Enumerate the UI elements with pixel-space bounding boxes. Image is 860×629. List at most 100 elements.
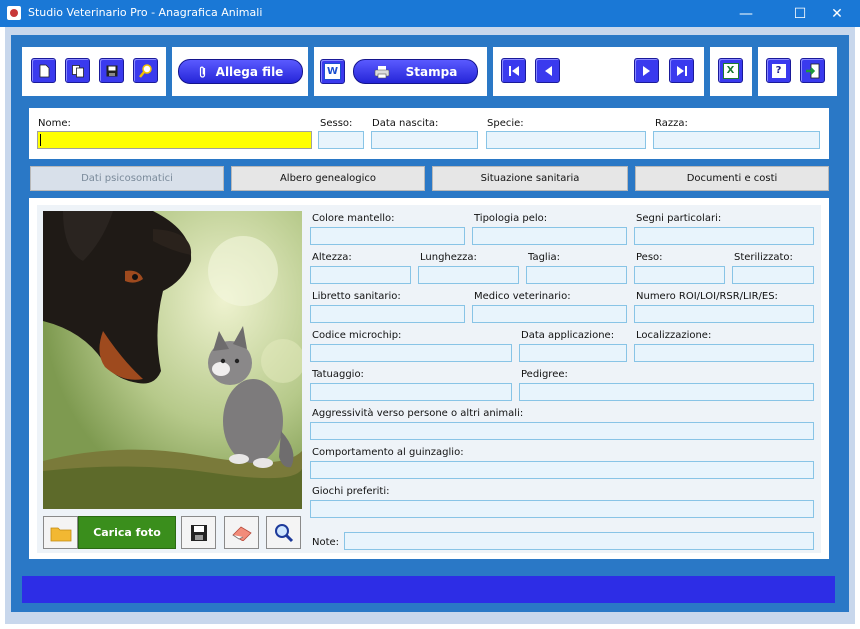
- next-record-button[interactable]: [634, 58, 659, 83]
- medico-veterinario-label: Medico veterinario:: [474, 291, 571, 302]
- attach-file-button[interactable]: Allega file: [178, 59, 303, 84]
- save-disk-icon: [190, 524, 207, 541]
- tab-dati-psicosomatici[interactable]: Dati psicosomatici: [30, 166, 224, 191]
- aggressivita-label: Aggressività verso persone o altri anima…: [312, 408, 524, 419]
- data-nascita-label: Data nascita:: [372, 118, 439, 129]
- footer-bar: [22, 576, 835, 603]
- taglia-input[interactable]: [526, 266, 627, 284]
- sterilizzato-label: Sterilizzato:: [734, 252, 793, 263]
- first-record-button[interactable]: [501, 58, 526, 83]
- taglia-label: Taglia:: [528, 252, 560, 263]
- libretto-sanitario-label: Libretto sanitario:: [312, 291, 401, 302]
- aggressivita-input[interactable]: [310, 422, 814, 440]
- word-icon: W: [324, 63, 341, 80]
- lunghezza-input[interactable]: [418, 266, 519, 284]
- folder-icon: [50, 527, 71, 541]
- data-nascita-input[interactable]: [371, 131, 478, 149]
- exit-button[interactable]: [800, 58, 825, 83]
- minimize-button[interactable]: —: [723, 0, 769, 27]
- tab-situazione-sanitaria[interactable]: Situazione sanitaria: [432, 166, 628, 191]
- giochi-preferiti-input[interactable]: [310, 500, 814, 518]
- localizzazione-label: Localizzazione:: [636, 330, 712, 341]
- tatuaggio-label: Tatuaggio:: [312, 369, 364, 380]
- new-record-button[interactable]: [31, 58, 56, 83]
- codice-microchip-label: Codice microchip:: [312, 330, 402, 341]
- minimize-icon: —: [739, 5, 753, 22]
- help-icon: ?: [771, 63, 786, 78]
- numero-roi-label: Numero ROI/LOI/RSR/LIR/ES:: [636, 291, 778, 302]
- altezza-input[interactable]: [310, 266, 411, 284]
- save-disk-icon: [106, 65, 117, 76]
- tipologia-pelo-input[interactable]: [472, 227, 627, 245]
- save-record-button[interactable]: [99, 58, 124, 83]
- pedigree-label: Pedigree:: [521, 369, 568, 380]
- comportamento-label: Comportamento al guinzaglio:: [312, 447, 464, 458]
- printer-icon: [374, 65, 389, 78]
- last-record-button[interactable]: [669, 58, 694, 83]
- data-applicazione-input[interactable]: [519, 344, 627, 362]
- data-applicazione-label: Data applicazione:: [521, 330, 615, 341]
- print-label: Stampa: [405, 64, 458, 79]
- maximize-icon: ☐: [793, 5, 807, 22]
- new-document-icon: [39, 64, 49, 77]
- medico-veterinario-input[interactable]: [472, 305, 627, 323]
- note-input[interactable]: [344, 532, 814, 550]
- last-record-icon: [676, 65, 687, 76]
- export-excel-button[interactable]: X: [718, 58, 743, 83]
- pedigree-input[interactable]: [519, 383, 814, 401]
- colore-mantello-label: Colore mantello:: [312, 213, 395, 224]
- attach-file-label: Allega file: [215, 64, 284, 79]
- open-folder-button[interactable]: [43, 516, 78, 549]
- print-button[interactable]: Stampa: [353, 59, 478, 84]
- title-bar: Studio Veterinario Pro - Anagrafica Anim…: [0, 0, 860, 27]
- segni-particolari-input[interactable]: [634, 227, 814, 245]
- app-logo-icon: [7, 6, 21, 20]
- nome-input[interactable]: [37, 131, 312, 149]
- duplicate-record-button[interactable]: [65, 58, 90, 83]
- help-button[interactable]: ?: [766, 58, 791, 83]
- export-word-button[interactable]: W: [320, 59, 345, 84]
- zoom-magnifier-icon: [274, 523, 293, 542]
- animal-photo: [43, 211, 302, 509]
- codice-microchip-input[interactable]: [310, 344, 512, 362]
- peso-label: Peso:: [636, 252, 663, 263]
- nome-label: Nome:: [38, 118, 71, 129]
- save-photo-button[interactable]: [181, 516, 216, 549]
- comportamento-input[interactable]: [310, 461, 814, 479]
- exit-icon: [805, 63, 819, 78]
- search-button[interactable]: [133, 58, 158, 83]
- peso-input[interactable]: [634, 266, 725, 284]
- libretto-sanitario-input[interactable]: [310, 305, 465, 323]
- close-button[interactable]: ✕: [814, 0, 860, 27]
- razza-label: Razza:: [655, 118, 688, 129]
- altezza-label: Altezza:: [312, 252, 352, 263]
- note-label: Note:: [312, 537, 340, 548]
- tab-albero-genealogico[interactable]: Albero genealogico: [231, 166, 425, 191]
- delete-photo-button[interactable]: [224, 516, 259, 549]
- window-title: Studio Veterinario Pro - Anagrafica Anim…: [28, 6, 263, 19]
- sesso-input[interactable]: [318, 131, 364, 149]
- razza-input[interactable]: [653, 131, 820, 149]
- text-cursor: [40, 134, 41, 146]
- dog-and-kitten-image: [43, 211, 302, 509]
- tipologia-pelo-label: Tipologia pelo:: [474, 213, 548, 224]
- zoom-photo-button[interactable]: [266, 516, 301, 549]
- eraser-icon: [231, 525, 252, 541]
- sterilizzato-input[interactable]: [732, 266, 814, 284]
- specie-input[interactable]: [486, 131, 646, 149]
- colore-mantello-input[interactable]: [310, 227, 465, 245]
- specie-label: Specie:: [487, 118, 524, 129]
- tab-documenti-e-costi[interactable]: Documenti e costi: [635, 166, 829, 191]
- paperclip-icon: [199, 66, 205, 78]
- first-record-icon: [508, 65, 519, 76]
- copy-icon: [71, 64, 84, 77]
- previous-record-button[interactable]: [535, 58, 560, 83]
- localizzazione-input[interactable]: [634, 344, 814, 362]
- segni-particolari-label: Segni particolari:: [636, 213, 722, 224]
- close-icon: ✕: [831, 5, 843, 22]
- previous-record-icon: [544, 65, 552, 76]
- numero-roi-input[interactable]: [634, 305, 814, 323]
- load-photo-button[interactable]: Carica foto: [78, 516, 176, 549]
- tatuaggio-input[interactable]: [310, 383, 512, 401]
- lunghezza-label: Lunghezza:: [420, 252, 477, 263]
